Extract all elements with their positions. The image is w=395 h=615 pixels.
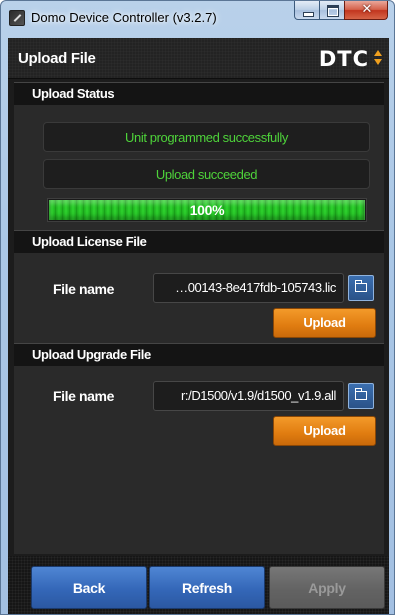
header-bar: Upload File DTC: [8, 38, 389, 79]
minimize-button[interactable]: [294, 1, 320, 20]
folder-icon: [355, 388, 367, 400]
section-title: Upload Status: [32, 86, 115, 101]
status-text: Upload succeeded: [155, 167, 258, 182]
license-file-label: File name: [53, 281, 114, 297]
license-section-header: Upload License File: [14, 230, 384, 253]
refresh-button[interactable]: Refresh: [149, 566, 265, 609]
footer-bar: Back Refresh Apply: [8, 556, 389, 614]
app-client-area: Upload File DTC Upload Status Unit progr…: [8, 38, 389, 614]
refresh-label: Refresh: [181, 580, 233, 596]
maximize-icon: [327, 5, 339, 17]
status-message-programmed: Unit programmed successfully: [43, 122, 370, 152]
brand-logo: DTC: [318, 47, 369, 71]
license-browse-button[interactable]: [348, 275, 374, 301]
main-panel: Upload Status Unit programmed successful…: [14, 82, 384, 554]
upgrade-section-header: Upload Upgrade File: [14, 343, 384, 366]
section-title: Upload Upgrade File: [32, 347, 151, 362]
upgrade-upload-button[interactable]: Upload: [273, 416, 376, 446]
upload-label: Upload: [303, 315, 346, 330]
status-text: Unit programmed successfully: [125, 130, 288, 145]
status-message-upload: Upload succeeded: [43, 159, 370, 189]
section-title: Upload License File: [32, 234, 147, 249]
close-button[interactable]: ✕: [344, 1, 388, 20]
app-icon: [9, 10, 25, 26]
license-file-field[interactable]: …00143-8e417fdb-105743.lic: [153, 273, 344, 303]
title-bar[interactable]: Domo Device Controller (v3.2.7) ✕: [1, 1, 394, 37]
license-file-value: …00143-8e417fdb-105743.lic: [175, 280, 336, 295]
license-upload-button[interactable]: Upload: [273, 308, 376, 338]
upgrade-browse-button[interactable]: [348, 383, 374, 409]
upgrade-file-field[interactable]: r:/D1500/v1.9/d1500_v1.9.all: [153, 381, 344, 411]
window-title: Domo Device Controller (v3.2.7): [31, 10, 217, 25]
back-button[interactable]: Back: [31, 566, 147, 609]
app-window: Domo Device Controller (v3.2.7) ✕ Upload…: [0, 0, 395, 615]
close-icon: ✕: [361, 2, 373, 17]
upload-label: Upload: [303, 423, 346, 438]
folder-icon: [355, 280, 367, 292]
progress-bar: 100%: [47, 198, 367, 222]
minimize-icon: [303, 12, 314, 17]
apply-label: Apply: [308, 580, 346, 596]
upload-status-header: Upload Status: [14, 82, 384, 105]
apply-button: Apply: [269, 566, 385, 609]
logo-arrows-icon: [374, 50, 382, 68]
page-title: Upload File: [18, 50, 96, 67]
upgrade-file-label: File name: [53, 388, 114, 404]
upgrade-file-value: r:/D1500/v1.9/d1500_v1.9.all: [180, 388, 336, 403]
back-label: Back: [72, 580, 106, 596]
maximize-button[interactable]: [319, 1, 345, 20]
progress-label: 100%: [189, 202, 225, 218]
